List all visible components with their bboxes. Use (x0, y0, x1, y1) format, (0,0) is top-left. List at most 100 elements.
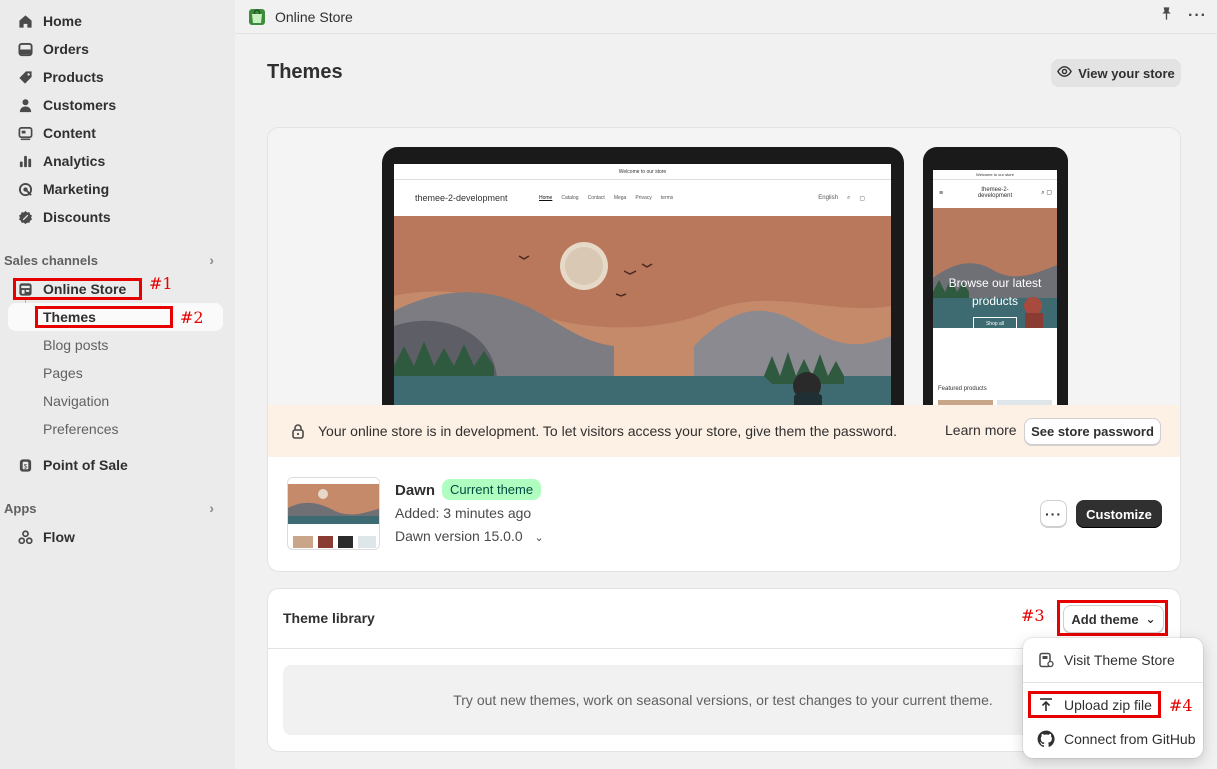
top-bar-title: Online Store (275, 8, 353, 25)
nav-marketing-label: Marketing (43, 181, 110, 197)
nav-content-label: Content (43, 125, 96, 141)
point-of-sale-icon: $ (17, 457, 33, 473)
github-icon (1037, 730, 1055, 748)
laptop-screen: Welcome to our store themee-2-developmen… (394, 164, 891, 424)
customers-icon (17, 97, 33, 113)
products-tag-icon (17, 69, 33, 85)
nav-flow[interactable]: Flow (4, 524, 226, 550)
development-message: Your online store is in development. To … (318, 423, 897, 439)
phone-preview: Welcome to our store ≡ themee-2-developm… (923, 147, 1068, 437)
nav-home[interactable]: Home (4, 8, 226, 34)
menu-item-visit-theme-store[interactable]: Visit Theme Store (1023, 646, 1203, 674)
menu-item-label: Connect from GitHub (1064, 731, 1196, 747)
theme-thumbnail-image (288, 478, 379, 548)
nav-customers[interactable]: Customers (4, 92, 226, 118)
annotation-box-3 (1057, 600, 1168, 636)
analytics-icon (17, 153, 33, 169)
nav-products-label: Products (43, 69, 104, 85)
current-theme-card: Welcome to our store themee-2-developmen… (267, 127, 1181, 572)
menu-item-connect-github[interactable]: Connect from GitHub (1023, 725, 1203, 753)
nav-marketing[interactable]: Marketing (4, 176, 226, 202)
nav-analytics-label: Analytics (43, 153, 106, 169)
learn-more-link[interactable]: Learn more (945, 422, 1017, 438)
search-icon: ⌕ (846, 194, 851, 201)
laptop-nav-link: Privacy (635, 195, 652, 201)
marketing-icon (17, 181, 33, 197)
laptop-store-icons: English ⌕ ▢ (818, 195, 865, 202)
current-theme-badge: Current theme (442, 479, 542, 500)
annotation-box-1 (13, 278, 142, 300)
laptop-nav-link: Mega (613, 195, 627, 201)
menu-icon: ≡ (939, 189, 944, 197)
sub-item-pages[interactable]: Pages (43, 361, 83, 385)
page-title: Themes (267, 61, 343, 83)
nav-discounts[interactable]: Discounts (4, 204, 226, 230)
laptop-store-nav: Home Catalog Contact Mega Privacy terms (539, 195, 673, 201)
phone-hero-illustration (933, 208, 1057, 328)
phone-featured-heading: Featured products (938, 386, 987, 392)
home-icon (17, 13, 33, 29)
customize-button[interactable]: Customize (1076, 500, 1162, 528)
sub-item-blog-posts[interactable]: Blog posts (43, 333, 108, 357)
phone-store-banner: Welcome to our store (933, 170, 1057, 180)
nav-analytics[interactable]: Analytics (4, 148, 226, 174)
see-store-password-button[interactable]: See store password (1024, 418, 1161, 445)
nav-flow-label: Flow (43, 529, 75, 545)
sales-channels-label: Sales channels (4, 252, 98, 268)
orders-icon (17, 41, 33, 57)
eye-icon (1057, 64, 1073, 82)
theme-preview-area[interactable]: Welcome to our store themee-2-developmen… (268, 128, 1180, 437)
view-store-button[interactable]: View your store (1051, 59, 1181, 87)
top-bar-actions: ··· (1159, 6, 1207, 26)
nav-orders[interactable]: Orders (4, 36, 226, 62)
menu-item-label: Visit Theme Store (1064, 652, 1175, 668)
nav-products[interactable]: Products (4, 64, 226, 90)
laptop-store-banner: Welcome to our store (394, 164, 891, 180)
phone-store-header: ≡ themee-2-development ⌕ ▢ (933, 180, 1057, 206)
laptop-store-header: themee-2-development Home Catalog Contac… (394, 180, 891, 216)
nav-home-label: Home (43, 13, 82, 29)
laptop-nav-link: Catalog (561, 195, 579, 201)
pin-icon[interactable] (1159, 6, 1174, 26)
annotation-label-2: #2 (180, 308, 204, 327)
nav-point-of-sale-label: Point of Sale (43, 457, 128, 473)
apps-header[interactable]: Apps › (4, 498, 226, 518)
laptop-store-name: themee-2-development (415, 193, 508, 203)
nav-point-of-sale[interactable]: $ Point of Sale (4, 452, 226, 478)
top-bar: Online Store ··· (235, 0, 1217, 34)
theme-store-icon (1037, 651, 1055, 669)
development-banner: Your online store is in development. To … (268, 405, 1180, 457)
current-theme-row: Dawn Current theme Added: 3 minutes ago … (268, 457, 1180, 571)
laptop-preview: Welcome to our store themee-2-developmen… (382, 147, 904, 437)
theme-library-title: Theme library (283, 610, 375, 626)
sidebar: Home Orders Products Customers Content A… (0, 0, 235, 769)
sub-item-navigation[interactable]: Navigation (43, 389, 109, 413)
theme-added-date: Added: 3 minutes ago (395, 505, 532, 521)
theme-library-empty-text: Try out new themes, work on seasonal ver… (453, 692, 993, 708)
cart-icon: ▢ (859, 195, 865, 202)
nav-content[interactable]: Content (4, 120, 226, 146)
theme-name: Dawn (395, 482, 436, 499)
nav-orders-label: Orders (43, 41, 89, 57)
chevron-right-icon: › (209, 252, 214, 268)
phone-shop-all-button: Shop all (973, 317, 1017, 331)
laptop-nav-link: Contact (587, 195, 605, 201)
theme-version: Dawn version 15.0.0 (395, 528, 523, 544)
theme-thumbnail[interactable] (287, 477, 380, 550)
annotation-box-2 (35, 306, 173, 328)
sub-item-preferences[interactable]: Preferences (43, 417, 118, 441)
nav-customers-label: Customers (43, 97, 117, 113)
laptop-nav-link: terms (660, 195, 674, 201)
annotation-label-3: #3 (1021, 606, 1045, 625)
chevron-right-icon: › (209, 500, 214, 516)
content-icon (17, 125, 33, 141)
discounts-icon (17, 209, 33, 225)
more-actions-button[interactable]: ··· (1040, 500, 1067, 527)
flow-icon (17, 529, 33, 545)
laptop-lang-selector: English (818, 194, 838, 201)
lock-icon (290, 423, 306, 439)
chevron-down-icon: ⌄ (534, 532, 544, 544)
sales-channels-header[interactable]: Sales channels › (4, 250, 226, 270)
theme-version-toggle[interactable]: Dawn version 15.0.0 ⌄ (395, 528, 544, 544)
more-options-icon[interactable]: ··· (1188, 7, 1207, 25)
